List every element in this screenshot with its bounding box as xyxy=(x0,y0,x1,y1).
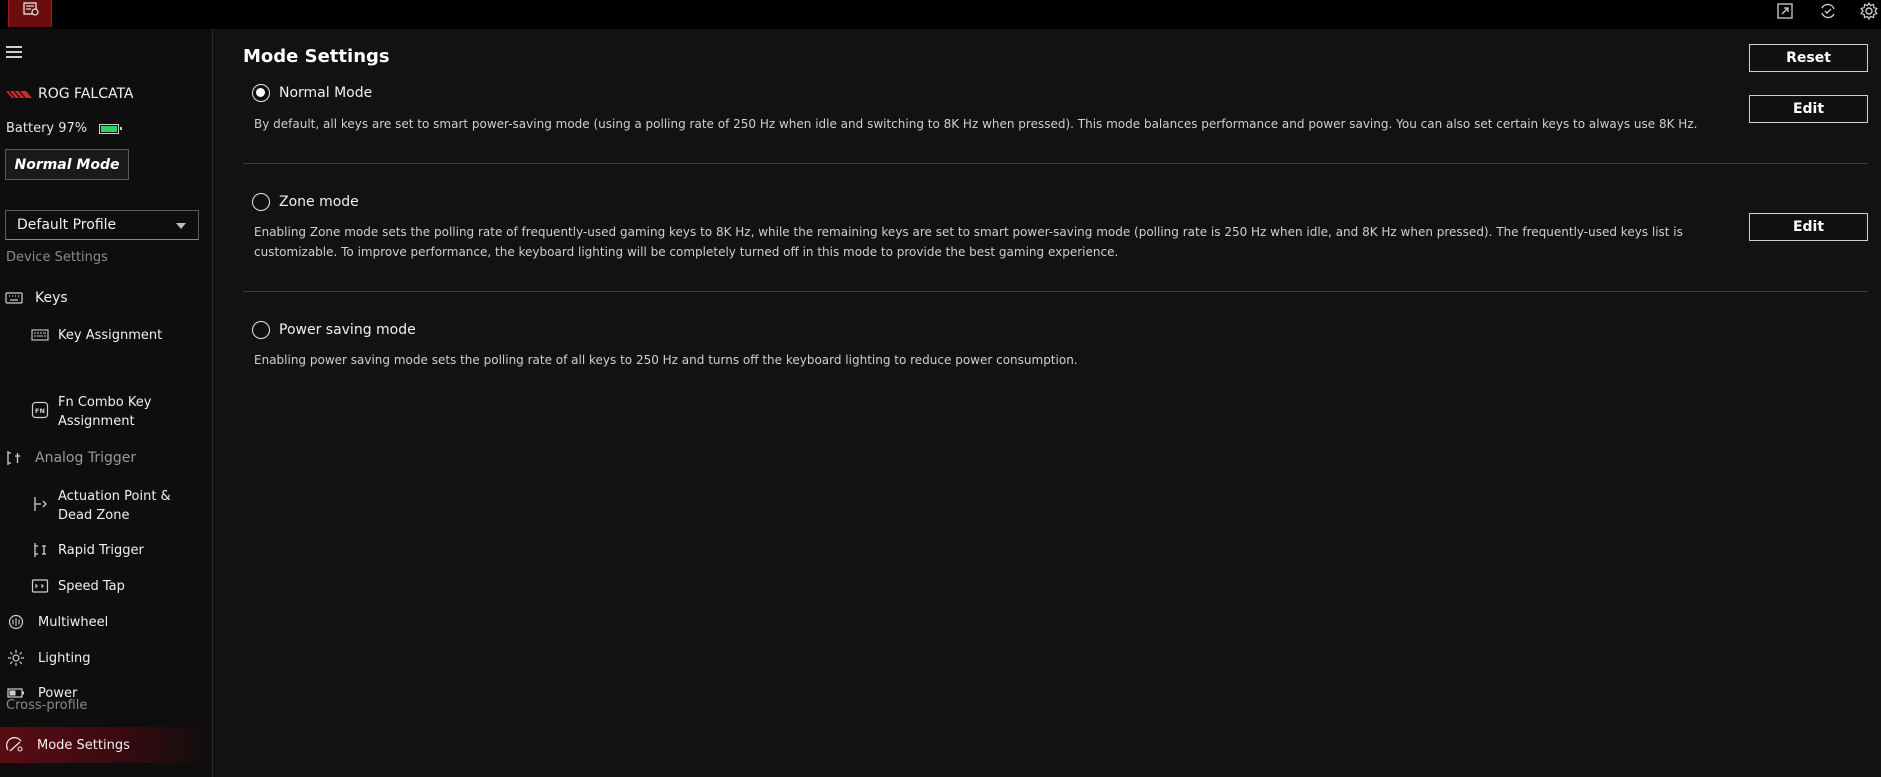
mode-settings-icon xyxy=(6,736,23,752)
sidebar-item-label: Keys xyxy=(35,290,68,306)
sidebar-item-analog-trigger[interactable]: Analog Trigger xyxy=(0,449,212,468)
rog-logo-icon xyxy=(6,90,32,98)
mode-description: Enabling Zone mode sets the polling rate… xyxy=(254,225,1683,259)
sidebar-item-speed-tap[interactable]: Speed Tap xyxy=(0,577,212,596)
expand-icon[interactable] xyxy=(1775,1,1795,21)
page-title: Mode Settings xyxy=(243,46,390,67)
sidebar-item-label: Key Assignment xyxy=(58,328,163,343)
device-settings-label: Device Settings xyxy=(6,250,108,265)
sidebar: ROG FALCATA Battery 97% Normal Mode Defa… xyxy=(0,29,213,777)
sidebar-item-label: Lighting xyxy=(38,651,91,666)
app-logo-icon[interactable] xyxy=(8,0,52,27)
mode-name: Power saving mode xyxy=(279,322,416,338)
sidebar-item-key-assignment[interactable]: Key Assignment xyxy=(0,326,212,345)
analog-trigger-icon xyxy=(7,451,20,465)
keyboard-grid-icon xyxy=(31,329,49,341)
svg-text:FN: FN xyxy=(35,407,45,415)
rapid-trigger-icon xyxy=(34,543,46,557)
profile-dropdown[interactable]: Default Profile xyxy=(5,210,199,240)
mode-description: Enabling power saving mode sets the poll… xyxy=(254,353,1078,367)
profile-selected: Default Profile xyxy=(17,217,117,233)
mode-description: By default, all keys are set to smart po… xyxy=(254,117,1698,131)
divider xyxy=(243,291,1868,292)
sidebar-item-label: Analog Trigger xyxy=(35,450,137,466)
sidebar-item-lighting[interactable]: Lighting xyxy=(0,649,212,668)
sidebar-item-label: Speed Tap xyxy=(58,579,125,594)
sidebar-item-rapid-trigger[interactable]: Rapid Trigger xyxy=(0,541,212,560)
lighting-icon xyxy=(8,650,24,666)
sidebar-item-label: Fn Combo Key Assignment xyxy=(58,395,152,429)
edit-zone-mode-button[interactable]: Edit xyxy=(1749,213,1868,241)
battery-icon xyxy=(99,123,123,134)
chevron-down-icon xyxy=(176,223,186,229)
current-mode-badge[interactable]: Normal Mode xyxy=(5,149,129,180)
mode-name: Zone mode xyxy=(279,194,359,210)
cross-profile-label: Cross-profile xyxy=(6,698,88,713)
sync-icon[interactable] xyxy=(1818,1,1838,21)
battery-status: Battery 97% xyxy=(6,121,123,136)
battery-label: Battery 97% xyxy=(6,121,88,136)
edit-normal-mode-button[interactable]: Edit xyxy=(1749,95,1868,123)
mode-name: Normal Mode xyxy=(279,85,373,101)
sidebar-item-mode-settings[interactable]: Mode Settings xyxy=(0,727,212,763)
speed-tap-icon xyxy=(31,579,49,593)
settings-icon[interactable] xyxy=(1859,1,1879,21)
device-name: ROG FALCATA xyxy=(38,86,134,102)
sidebar-item-multiwheel[interactable]: Multiwheel xyxy=(0,613,212,632)
menu-icon[interactable] xyxy=(6,46,22,58)
main-content: Mode Settings Reset Normal Mode By defau… xyxy=(214,29,1881,777)
sidebar-item-label: Multiwheel xyxy=(38,615,109,630)
sidebar-item-actuation[interactable]: Actuation Point & Dead Zone xyxy=(0,487,212,525)
multiwheel-icon xyxy=(8,614,24,630)
reset-button[interactable]: Reset xyxy=(1749,44,1868,72)
radio-normal-mode[interactable] xyxy=(252,84,270,102)
radio-zone-mode[interactable] xyxy=(252,193,270,211)
device-header: ROG FALCATA xyxy=(6,86,134,102)
sidebar-item-label: Rapid Trigger xyxy=(58,543,144,558)
title-bar xyxy=(0,0,1881,29)
sidebar-item-label: Actuation Point & Dead Zone xyxy=(58,489,171,523)
sidebar-item-label: Mode Settings xyxy=(37,737,130,753)
actuation-point-icon xyxy=(34,497,47,511)
sidebar-item-keys[interactable]: Keys xyxy=(0,289,212,308)
divider xyxy=(243,163,1868,164)
keyboard-icon xyxy=(5,292,23,304)
fn-key-icon: FN xyxy=(31,401,49,419)
radio-power-saving-mode[interactable] xyxy=(252,321,270,339)
sidebar-item-fn-combo[interactable]: FN Fn Combo Key Assignment xyxy=(0,393,212,431)
